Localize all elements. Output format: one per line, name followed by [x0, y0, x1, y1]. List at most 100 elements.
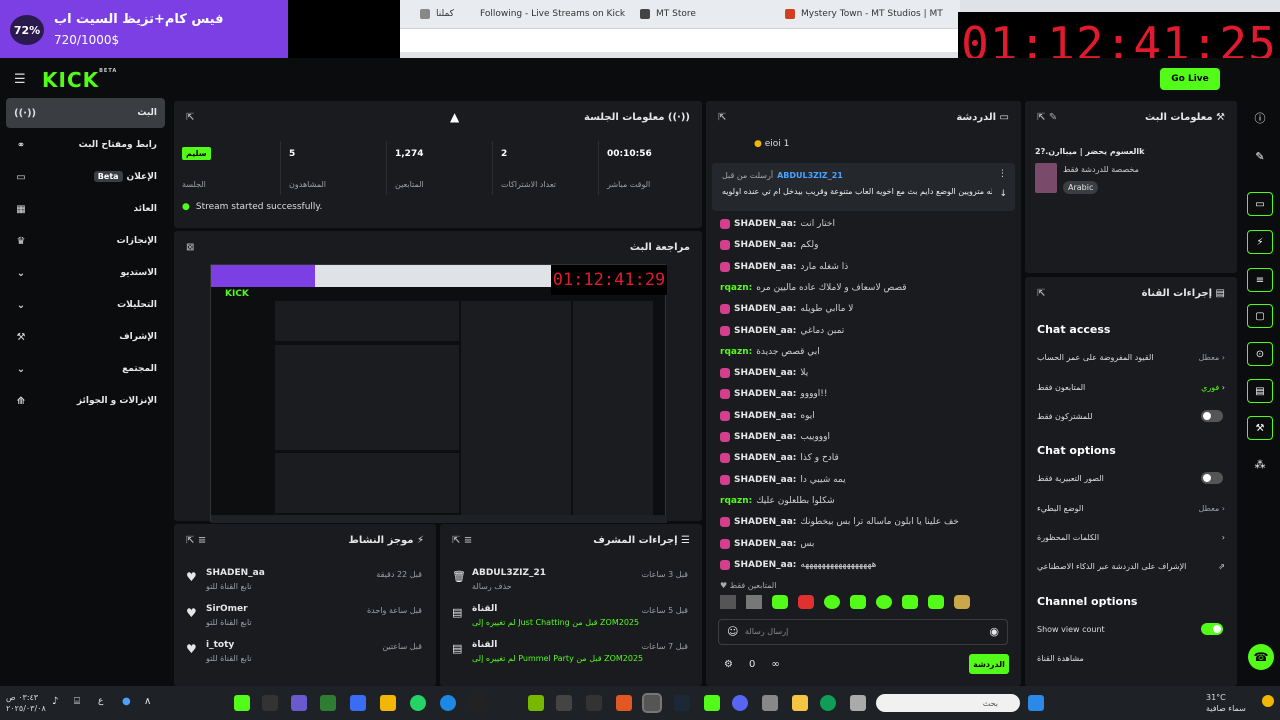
kick-app-icon[interactable]	[704, 695, 720, 711]
emote-icon[interactable]	[720, 595, 736, 609]
setting-row-account-age[interactable]: القيود المفروضة على عمر الحساب معطل ›	[1037, 347, 1225, 367]
infinity-icon[interactable]: ∞	[771, 659, 779, 670]
arrow-down-icon[interactable]: ↓	[999, 189, 1007, 199]
kick-logo[interactable]: KICKBETA	[42, 68, 117, 92]
setting-row-slow-mode[interactable]: الوضع البطيء معطل ›	[1037, 498, 1225, 518]
subscribers-only-toggle[interactable]	[1201, 410, 1223, 422]
address-bar[interactable]	[400, 28, 960, 52]
app-icon[interactable]	[762, 695, 778, 711]
mic-icon[interactable]: ●	[122, 696, 131, 707]
emote-icon[interactable]	[824, 595, 840, 609]
sidebar-item-community[interactable]: ⌄ المجتمع	[6, 354, 165, 384]
app-icon[interactable]	[470, 695, 486, 711]
network-icon[interactable]: ⌸	[74, 696, 80, 707]
app-icon[interactable]	[234, 695, 250, 711]
expand-icon[interactable]: ⇱	[718, 112, 726, 123]
windows-start-icon[interactable]	[1028, 695, 1044, 711]
emote-icon[interactable]	[746, 595, 762, 609]
emote-icon[interactable]	[928, 595, 944, 609]
expand-icon[interactable]: ⊠	[186, 242, 194, 253]
rail-activity-icon[interactable]: ⚡	[1247, 230, 1273, 254]
go-live-button[interactable]: Go Live	[1160, 68, 1220, 90]
sidebar-item-studio[interactable]: ⌄ الاستديو	[6, 258, 165, 288]
app-icon[interactable]	[262, 695, 278, 711]
sidebar-item-ads[interactable]: ▭ Beta الإعلان	[6, 162, 165, 192]
support-icon[interactable]: ☎	[1248, 644, 1274, 670]
edge-icon[interactable]	[820, 695, 836, 711]
setting-row-banned-words[interactable]: الكلمات المحظورة ›	[1037, 527, 1225, 547]
weather-widget[interactable]: 31°C سماء صافية	[1206, 692, 1246, 714]
chat-username[interactable]: rqazn:	[720, 496, 752, 506]
steam-icon[interactable]	[674, 695, 690, 711]
discord-icon[interactable]	[732, 695, 748, 711]
sidebar-item-revenue[interactable]: ▦ العائد	[6, 194, 165, 224]
sidebar-item-stream[interactable]: ((·)) البث	[6, 98, 165, 128]
volume-icon[interactable]: ♪	[52, 696, 58, 707]
rail-list-icon[interactable]: ≡	[1247, 268, 1273, 292]
view-count-toggle[interactable]	[1201, 623, 1223, 635]
expand-icon[interactable]: ⇱ ≡	[452, 535, 472, 546]
emote-icon[interactable]	[954, 595, 970, 609]
emotes-only-toggle[interactable]	[1201, 472, 1223, 484]
mention-icon[interactable]: ◉	[989, 625, 999, 638]
rail-preview-icon[interactable]: ▭	[1247, 192, 1273, 216]
info-icon[interactable]: ⓘ	[1247, 106, 1273, 130]
chat-username[interactable]: SHADEN_aa:	[734, 517, 796, 527]
sidebar-item-drops[interactable]: ⟰ الإنزالات و الجوائز	[6, 386, 165, 416]
app-icon[interactable]	[586, 695, 602, 711]
app-icon[interactable]	[350, 695, 366, 711]
browser-tab[interactable]: Following - Live Streams on Kick	[480, 6, 630, 22]
brave-icon[interactable]	[616, 695, 632, 711]
browser-tab[interactable]: كملنا	[420, 6, 480, 22]
rail-broadcast-icon[interactable]: ⊙	[1247, 342, 1273, 366]
emote-icon[interactable]	[902, 595, 918, 609]
chat-username[interactable]: rqazn:	[720, 283, 752, 293]
expand-icon[interactable]: ⇱ ≡	[186, 535, 206, 546]
rail-settings-icon[interactable]: ▤	[1247, 379, 1273, 403]
app-icon[interactable]	[320, 695, 336, 711]
expand-icon[interactable]: ⇱	[1037, 288, 1045, 299]
app-icon[interactable]	[291, 695, 307, 711]
app-icon[interactable]	[528, 695, 544, 711]
chat-username[interactable]: SHADEN_aa:	[734, 539, 796, 549]
chat-username[interactable]: SHADEN_aa:	[734, 219, 796, 229]
chat-username[interactable]: SHADEN_aa:	[734, 560, 796, 570]
emoji-icon[interactable]: ☺	[727, 625, 738, 638]
setting-row-followers-only[interactable]: المتابعون فقط فوري ›	[1037, 377, 1225, 397]
sidebar-item-achievements[interactable]: ♛ الإنجازات	[6, 226, 165, 256]
emote-icon[interactable]	[798, 595, 814, 609]
browser-tab[interactable]: MT Store	[640, 6, 770, 22]
watch-channel-link[interactable]: مشاهدة القناة	[1037, 648, 1225, 668]
sidebar-item-stream-key[interactable]: ⚭ رابط ومفتاح البث	[6, 130, 165, 160]
send-chat-button[interactable]: الدردشة	[969, 654, 1009, 674]
setting-row-ai-moderation[interactable]: الإشراف على الدردشة عبر الذكاء الاصطناعي…	[1037, 556, 1225, 576]
chat-username[interactable]: SHADEN_aa:	[734, 304, 796, 314]
chat-username[interactable]: SHADEN_aa:	[734, 432, 796, 442]
emote-icon[interactable]	[876, 595, 892, 609]
emote-icon[interactable]	[850, 595, 866, 609]
browser-tab[interactable]: Mystery Town - MT Studios | MT	[785, 6, 945, 22]
rail-apps-icon[interactable]: ⁂	[1247, 452, 1273, 476]
chat-username[interactable]: SHADEN_aa:	[734, 262, 796, 272]
chat-username[interactable]: SHADEN_aa:	[734, 475, 796, 485]
chat-input[interactable]: ☺ إرسال رسالة ◉	[718, 619, 1008, 645]
rail-mod-icon[interactable]: ⚒	[1247, 416, 1273, 440]
sidebar-item-analytics[interactable]: ⌄ التحليلات	[6, 290, 165, 320]
chat-username[interactable]: SHADEN_aa:	[734, 326, 796, 336]
emote-icon[interactable]	[772, 595, 788, 609]
expand-icon[interactable]: ⇱	[186, 112, 194, 123]
menu-icon[interactable]: ☰	[14, 72, 26, 87]
app-icon[interactable]	[642, 693, 662, 713]
whatsapp-icon[interactable]	[410, 695, 426, 711]
folder-icon[interactable]	[792, 695, 808, 711]
pencil-icon[interactable]: ✎	[1247, 144, 1273, 168]
app-icon[interactable]	[440, 695, 456, 711]
chat-username[interactable]: SHADEN_aa:	[734, 411, 796, 421]
app-icon[interactable]	[556, 695, 572, 711]
chat-username[interactable]: SHADEN_aa:	[734, 368, 796, 378]
sidebar-item-moderation[interactable]: ⚒ الإشراف	[6, 322, 165, 352]
app-icon[interactable]	[850, 695, 866, 711]
search-input[interactable]: بحث	[876, 694, 1020, 712]
stream-preview[interactable]: 01:12:41:29 KICK	[210, 264, 667, 523]
chat-username[interactable]: SHADEN_aa:	[734, 240, 796, 250]
